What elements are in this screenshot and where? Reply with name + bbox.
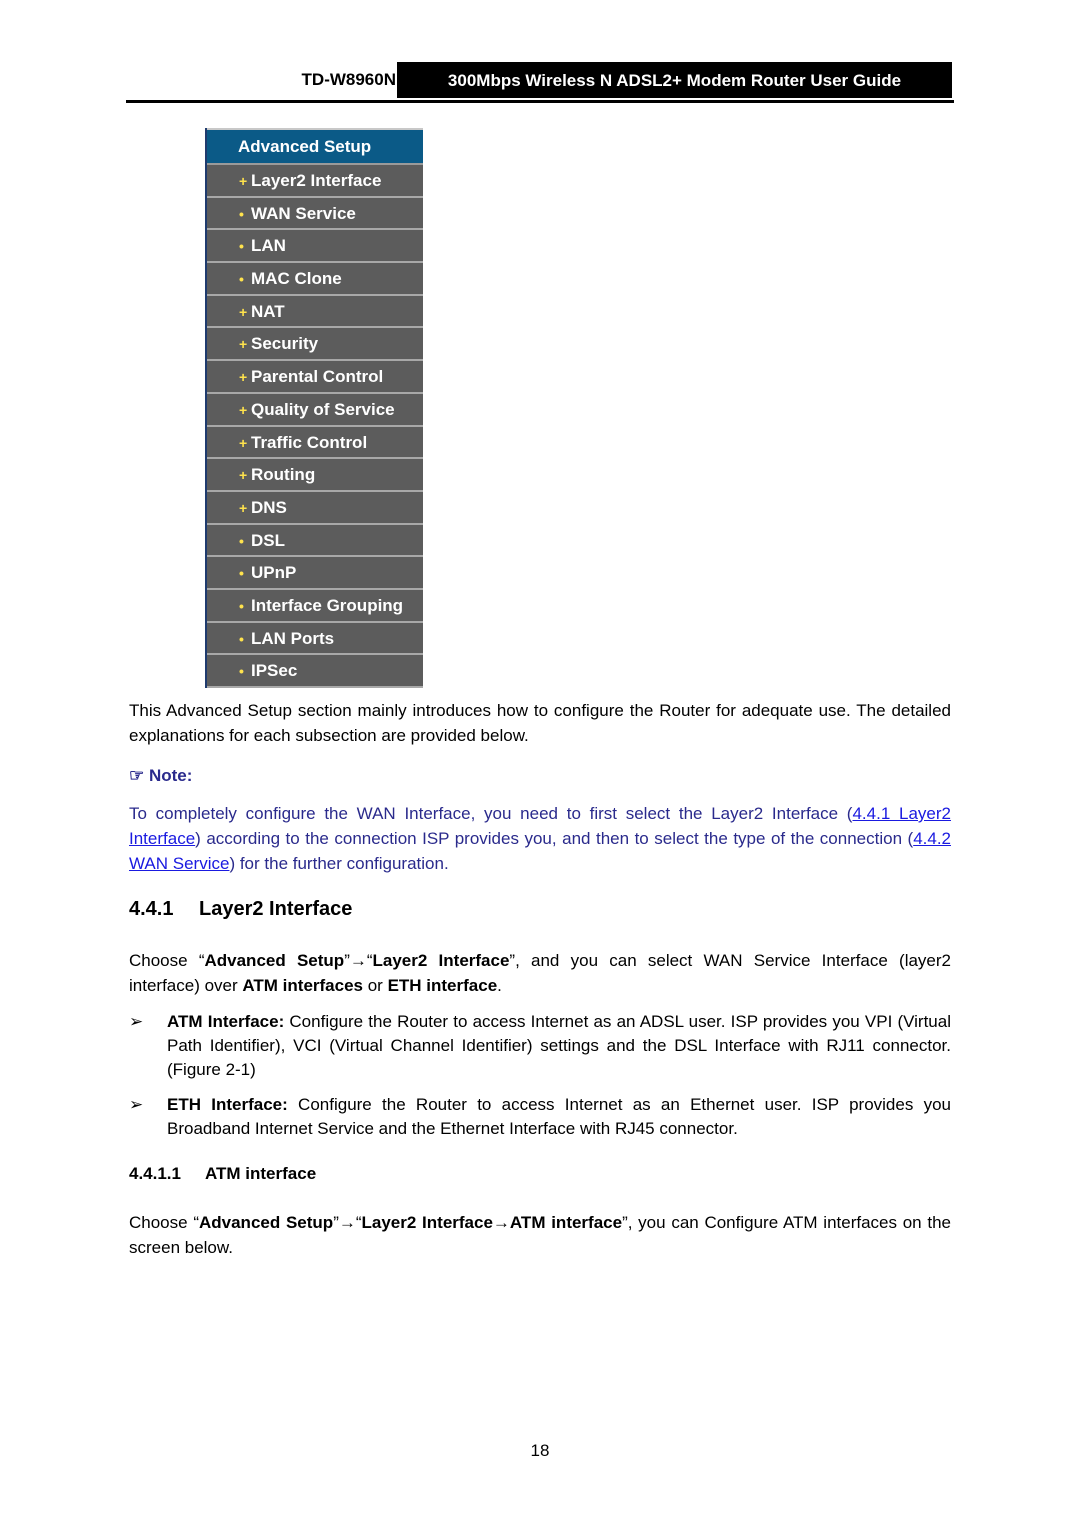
subsection-number: 4.4.1.1: [129, 1164, 181, 1183]
menu-item-parental-control[interactable]: + Parental Control: [207, 361, 423, 394]
bullet-dot-icon: •: [239, 565, 244, 582]
expand-plus-icon: +: [239, 336, 248, 353]
arrow-bullet-icon: ➢: [129, 1012, 144, 1031]
menu-item-traffic-control[interactable]: + Traffic Control: [207, 426, 423, 460]
menu-item-label: MAC Clone: [251, 269, 342, 289]
note-heading: ☞ Note:: [129, 766, 192, 786]
bullet-dot-icon: •: [239, 271, 244, 288]
menu-item-layer2-interface[interactable]: + Layer2 Interface: [207, 165, 423, 198]
expand-plus-icon: +: [239, 401, 248, 418]
subsection-heading: 4.4.1.1 ATM interface: [129, 1164, 316, 1184]
bullet-dot-icon: •: [239, 597, 244, 614]
bold-text: Advanced Setup: [198, 1213, 334, 1232]
menu-item-label: Parental Control: [251, 367, 384, 387]
section-heading: 4.4.1 Layer2 Interface: [129, 898, 352, 921]
bullet-atm-interface: ➢ ATM Interface: Configure the Router to…: [129, 1010, 951, 1082]
header-rule: [126, 100, 954, 103]
menu-item-label: DSL: [251, 530, 285, 550]
bold-text: Layer2 Interface→ATM interface: [361, 1213, 623, 1232]
menu-item-wan-service[interactable]: • WAN Service: [207, 197, 423, 231]
menu-item-label: DNS: [251, 497, 287, 517]
section-number: 4.4.1: [129, 898, 174, 920]
menu-item-label: Layer2 Interface: [251, 171, 382, 190]
expand-plus-icon: +: [239, 369, 248, 386]
bold-text: Layer2 Interface: [372, 951, 510, 970]
bold-text: ETH interface: [387, 976, 498, 995]
menu-item-security[interactable]: + Security: [207, 328, 423, 362]
bullet-dot-icon: •: [239, 205, 244, 222]
expand-plus-icon: +: [239, 434, 248, 451]
bullet-text: ATM Interface: Configure the Router to a…: [167, 1010, 951, 1082]
menu-item-lan[interactable]: • LAN: [207, 230, 423, 264]
menu-item-label: Quality of Service: [251, 399, 395, 419]
menu-item-label: Security: [251, 334, 319, 354]
menu-item-label: Routing: [251, 465, 316, 485]
advanced-setup-menu: Advanced Setup + Layer2 Interface • WAN Se…: [205, 128, 423, 688]
bullet-dot-icon: •: [239, 663, 244, 680]
section-title: Layer2 Interface: [199, 898, 353, 920]
note-text: ) according to the connection ISP provid…: [195, 829, 914, 848]
menu-item-label: LAN: [251, 236, 286, 256]
expand-plus-icon: +: [239, 303, 248, 320]
menu-item-ipsec[interactable]: • IPSec: [207, 655, 423, 688]
menu-item-label: Traffic Control: [251, 432, 368, 452]
menu-item-mac-clone[interactable]: • MAC Clone: [207, 263, 423, 296]
bullet-dot-icon: •: [239, 238, 244, 255]
text: .: [497, 976, 502, 995]
menu-title[interactable]: Advanced Setup: [207, 128, 423, 165]
menu-item-label: IPSec: [251, 661, 298, 681]
bold-text: ETH Interface:: [167, 1095, 288, 1114]
menu-item-label: WAN Service: [251, 203, 356, 223]
note-paragraph: To completely configure the WAN Interfac…: [129, 801, 951, 876]
menu-item-upnp[interactable]: • UPnP: [207, 557, 423, 590]
text: ”→“: [344, 951, 373, 970]
menu-item-routing[interactable]: + Routing: [207, 459, 423, 492]
menu-item-dns[interactable]: + DNS: [207, 491, 423, 525]
menu-item-interface-grouping[interactable]: • Interface Grouping: [207, 589, 423, 623]
pointing-hand-icon: ☞: [129, 766, 145, 785]
text: Choose “: [129, 951, 205, 970]
expand-plus-icon: +: [239, 173, 248, 189]
menu-item-quality-of-service[interactable]: + Quality of Service: [207, 393, 423, 427]
guide-title: 300Mbps Wireless N ADSL2+ Modem Router U…: [397, 62, 952, 98]
text: ”→“: [333, 1213, 362, 1232]
bold-text: ATM interfaces: [242, 976, 363, 995]
text: or: [363, 976, 388, 995]
page-number: 18: [530, 1441, 550, 1460]
note-label: Note:: [148, 766, 193, 785]
section-paragraph: Choose “Advanced Setup”→“Layer2 Interfac…: [129, 948, 951, 998]
expand-plus-icon: +: [239, 467, 248, 484]
menu-item-label: NAT: [251, 301, 285, 321]
text: Choose “: [129, 1213, 199, 1232]
bold-text: Advanced Setup: [204, 951, 345, 970]
menu-item-dsl[interactable]: • DSL: [207, 524, 423, 558]
arrow-bullet-icon: ➢: [129, 1095, 144, 1114]
expand-plus-icon: +: [239, 499, 248, 516]
page-header: TD-W8960N 300Mbps Wireless N ADSL2+ Mode…: [126, 60, 954, 104]
bullet-eth-interface: ➢ ETH Interface: Configure the Router to…: [129, 1093, 951, 1141]
subsection-title: ATM interface: [205, 1164, 317, 1183]
bullet-dot-icon: •: [239, 630, 244, 647]
menu-item-label: LAN Ports: [251, 628, 335, 648]
intro-paragraph: This Advanced Setup section mainly intro…: [129, 701, 951, 745]
model-name: TD-W8960N: [301, 70, 396, 89]
subsection-paragraph: Choose “Advanced Setup”→“Layer2 Interfac…: [129, 1210, 951, 1260]
menu-item-nat[interactable]: + NAT: [207, 295, 423, 329]
note-text: ) for the further configuration.: [229, 854, 449, 873]
menu-item-lan-ports[interactable]: • LAN Ports: [207, 622, 423, 656]
text: Configure the Router to access Internet …: [167, 1012, 951, 1079]
menu-item-label: UPnP: [251, 563, 297, 583]
bullet-dot-icon: •: [239, 532, 244, 549]
bold-text: ATM Interface:: [167, 1012, 285, 1031]
menu-item-label: Interface Grouping: [251, 595, 404, 615]
bullet-text: ETH Interface: Configure the Router to a…: [167, 1093, 951, 1141]
note-text: To completely configure the WAN Interfac…: [129, 804, 853, 823]
